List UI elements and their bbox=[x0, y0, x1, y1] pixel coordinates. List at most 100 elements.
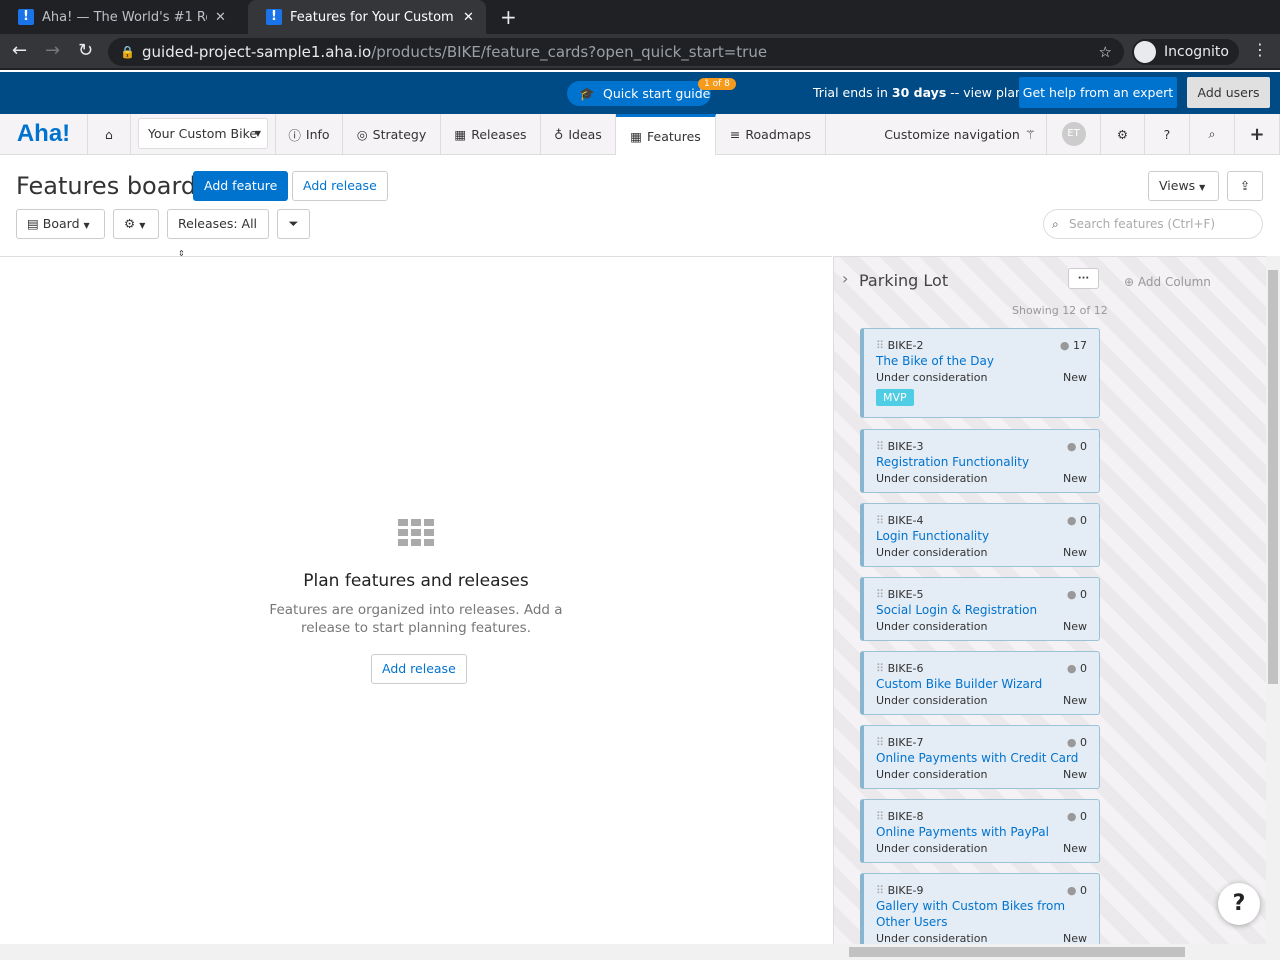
feature-status: Under consideration bbox=[876, 471, 988, 485]
feature-type: New bbox=[1063, 693, 1087, 707]
bookmark-star-icon[interactable]: ☆ bbox=[1099, 38, 1112, 66]
feature-card[interactable]: ⠿ BIKE-6 ● 0 Custom Bike Builder Wizard U… bbox=[860, 651, 1100, 715]
product-selector[interactable]: Your Custom Bike ▼ bbox=[138, 118, 268, 149]
feature-score: 17 bbox=[1073, 338, 1087, 352]
url-input[interactable]: 🔒 guided-project-sample1.aha.io/products/… bbox=[108, 38, 1124, 66]
nav-features[interactable]: ▦ Features bbox=[616, 114, 716, 155]
board-view-dropdown[interactable]: ▤ Board ▼ bbox=[16, 209, 105, 239]
feature-card[interactable]: ⠿ BIKE-8 ● 0 Online Payments with PayPal … bbox=[860, 799, 1100, 863]
quick-start-guide-button[interactable]: 🎓 Quick start guide bbox=[567, 81, 711, 106]
nav-ideas[interactable]: ♁ Ideas bbox=[541, 114, 616, 154]
share-icon[interactable]: ⇪ bbox=[1227, 171, 1263, 201]
chevron-right-icon[interactable]: › bbox=[842, 269, 848, 288]
feature-card[interactable]: ⠿ BIKE-4 ● 0 Login Functionality Under co… bbox=[860, 503, 1100, 567]
nav-roadmaps[interactable]: ≡ Roadmaps bbox=[716, 114, 826, 154]
drag-handle-icon[interactable]: ⠿ bbox=[876, 514, 884, 527]
close-icon[interactable]: ✕ bbox=[463, 10, 474, 25]
search-features-input[interactable]: ⌕ Search features (Ctrl+F) bbox=[1043, 209, 1263, 239]
horizontal-scrollbar[interactable] bbox=[0, 944, 1280, 960]
trial-link[interactable]: Trial ends in 30 days -- view plans bbox=[813, 85, 1030, 100]
filter-icon[interactable]: ⏷ bbox=[277, 209, 310, 239]
showing-count: Showing 12 of 12 bbox=[1012, 304, 1108, 317]
nav-strategy[interactable]: ◎ Strategy bbox=[343, 114, 441, 154]
forward-icon[interactable]: → bbox=[45, 40, 60, 61]
browser-tab-active[interactable]: ! Features for Your Custom Bike ✕ bbox=[248, 0, 486, 34]
menu-icon[interactable]: ⋮ bbox=[1252, 40, 1268, 59]
caret-down-icon: ▼ bbox=[254, 129, 261, 138]
settings-dropdown[interactable]: ⚙ ▼ bbox=[113, 209, 159, 239]
customize-navigation-button[interactable]: Customize navigation ⚚ bbox=[826, 114, 1047, 154]
feature-type: New bbox=[1063, 545, 1087, 559]
feature-score: 0 bbox=[1080, 735, 1087, 749]
help-icon[interactable]: ? bbox=[1145, 114, 1190, 154]
avatar[interactable]: ET bbox=[1047, 114, 1101, 154]
drag-handle-icon[interactable]: ⠿ bbox=[876, 884, 884, 897]
feature-name-link[interactable]: The Bike of the Day bbox=[876, 353, 1087, 369]
profile-label: Incognito bbox=[1164, 44, 1229, 60]
add-release-button[interactable]: Add release bbox=[292, 171, 388, 201]
feature-card[interactable]: ⠿ BIKE-3 ● 0 Registration Functionality U… bbox=[860, 429, 1100, 493]
feature-card[interactable]: ⠿ BIKE-9 ● 0 Gallery with Custom Bikes fr… bbox=[860, 873, 1100, 953]
aha-logo[interactable]: Aha! bbox=[0, 114, 88, 154]
score-icon: ● bbox=[1066, 513, 1077, 527]
nav-info[interactable]: ⓘ Info bbox=[275, 114, 343, 154]
releases-filter[interactable]: Releases: All ⇕ bbox=[167, 209, 269, 258]
feature-name-link[interactable]: Online Payments with PayPal bbox=[876, 824, 1087, 840]
feature-type: New bbox=[1063, 767, 1087, 781]
plus-icon[interactable]: + bbox=[1235, 114, 1280, 154]
incognito-icon bbox=[1134, 41, 1156, 63]
add-release-button[interactable]: Add release bbox=[371, 654, 467, 684]
add-users-button[interactable]: Add users bbox=[1187, 77, 1270, 108]
empty-title: Plan features and releases bbox=[303, 571, 529, 591]
feature-id: BIKE-6 bbox=[887, 661, 924, 675]
settings-gear-icon[interactable]: ⚙ bbox=[1101, 114, 1145, 154]
feature-score: 0 bbox=[1080, 809, 1087, 823]
feature-name-link[interactable]: Gallery with Custom Bikes from Other Use… bbox=[876, 898, 1087, 930]
feature-name-link[interactable]: Custom Bike Builder Wizard bbox=[876, 676, 1087, 692]
score-icon: ● bbox=[1059, 338, 1070, 352]
grid-icon: ▦ bbox=[630, 128, 643, 144]
vertical-scrollbar[interactable] bbox=[1266, 256, 1280, 944]
back-icon[interactable]: ← bbox=[12, 40, 27, 61]
feature-card[interactable]: ⠿ BIKE-5 ● 0 Social Login & Registration … bbox=[860, 577, 1100, 641]
column-more-button[interactable]: ··· bbox=[1068, 268, 1099, 289]
feature-type: New bbox=[1063, 931, 1087, 945]
feature-status: Under consideration bbox=[876, 931, 988, 945]
drag-handle-icon[interactable]: ⠿ bbox=[876, 662, 884, 675]
nav-label: Releases bbox=[471, 126, 527, 142]
feature-name-link[interactable]: Registration Functionality bbox=[876, 454, 1087, 470]
new-tab-icon[interactable]: + bbox=[500, 5, 517, 29]
get-help-button[interactable]: Get help from an expert bbox=[1019, 77, 1177, 108]
scrollbar-thumb[interactable] bbox=[849, 947, 1185, 957]
incognito-button[interactable]: Incognito bbox=[1132, 39, 1239, 65]
add-column-button[interactable]: ⊕ Add Column bbox=[1124, 275, 1211, 289]
column-title: Parking Lot bbox=[859, 271, 949, 290]
drag-handle-icon[interactable]: ⠿ bbox=[876, 339, 884, 352]
customize-label: Customize navigation bbox=[884, 126, 1020, 142]
feature-card[interactable]: ⠿ BIKE-2 ● 17 The Bike of the Day Under c… bbox=[860, 328, 1100, 418]
browser-tab[interactable]: ! Aha! — The World's #1 Roadmap Software ✕ bbox=[0, 0, 246, 34]
feature-name-link[interactable]: Social Login & Registration bbox=[876, 602, 1087, 618]
feature-name-link[interactable]: Online Payments with Credit Card bbox=[876, 750, 1087, 766]
drag-handle-icon[interactable]: ⠿ bbox=[876, 736, 884, 749]
search-icon[interactable]: ⌕ bbox=[1190, 114, 1235, 154]
drag-handle-icon[interactable]: ⠿ bbox=[876, 810, 884, 823]
nav-releases[interactable]: ▦ Releases bbox=[441, 114, 541, 154]
feature-card[interactable]: ⠿ BIKE-7 ● 0 Online Payments with Credit … bbox=[860, 725, 1100, 789]
feature-name-link[interactable]: Login Functionality bbox=[876, 528, 1087, 544]
url-path: /products/BIKE/feature_cards?open_quick_… bbox=[371, 43, 768, 61]
add-feature-button[interactable]: Add feature bbox=[193, 171, 289, 201]
views-dropdown[interactable]: Views ▼ bbox=[1148, 171, 1219, 201]
nav-label: Strategy bbox=[372, 126, 427, 142]
drag-handle-icon[interactable]: ⠿ bbox=[876, 440, 884, 453]
drag-handle-icon[interactable]: ⠿ bbox=[876, 588, 884, 601]
close-icon[interactable]: ✕ bbox=[215, 10, 226, 25]
home-icon[interactable]: ⌂ bbox=[88, 114, 131, 154]
scrollbar-thumb[interactable] bbox=[1268, 270, 1278, 684]
reload-icon[interactable]: ↻ bbox=[78, 40, 93, 61]
nav-label: Info bbox=[305, 126, 330, 142]
feature-type: New bbox=[1063, 471, 1087, 485]
help-bubble-button[interactable]: ? bbox=[1218, 883, 1260, 925]
nav-label: Roadmaps bbox=[745, 126, 812, 142]
magic-wand-icon: ⚚ bbox=[1024, 126, 1036, 142]
